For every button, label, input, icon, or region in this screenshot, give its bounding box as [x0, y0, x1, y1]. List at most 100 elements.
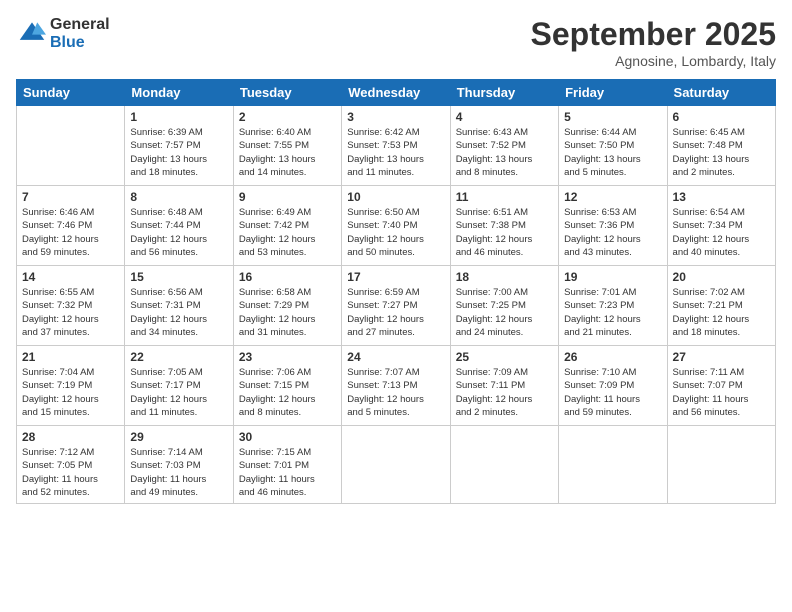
day-number: 25	[456, 350, 553, 364]
day-number: 10	[347, 190, 444, 204]
cell-info: Sunrise: 6:50 AMSunset: 7:40 PMDaylight:…	[347, 206, 444, 259]
cell-info: Sunrise: 6:59 AMSunset: 7:27 PMDaylight:…	[347, 286, 444, 339]
weekday-header: Saturday	[667, 80, 775, 106]
cell-info: Sunrise: 7:15 AMSunset: 7:01 PMDaylight:…	[239, 446, 336, 499]
weekday-header: Friday	[559, 80, 667, 106]
calendar-cell: 1 Sunrise: 6:39 AMSunset: 7:57 PMDaylight…	[125, 106, 233, 186]
calendar-week-row: 14 Sunrise: 6:55 AMSunset: 7:32 PMDayligh…	[17, 266, 776, 346]
cell-info: Sunrise: 7:11 AMSunset: 7:07 PMDaylight:…	[673, 366, 770, 419]
calendar-cell: 11 Sunrise: 6:51 AMSunset: 7:38 PMDayligh…	[450, 186, 558, 266]
calendar-cell: 24 Sunrise: 7:07 AMSunset: 7:13 PMDayligh…	[342, 346, 450, 426]
cell-info: Sunrise: 6:54 AMSunset: 7:34 PMDaylight:…	[673, 206, 770, 259]
day-number: 7	[22, 190, 119, 204]
calendar-cell: 16Sunrise: 6:58 AMSunset: 7:29 PMDayligh…	[233, 266, 341, 346]
day-number: 4	[456, 110, 553, 124]
logo-blue: Blue	[50, 34, 110, 52]
calendar-cell: 4 Sunrise: 6:43 AMSunset: 7:52 PMDaylight…	[450, 106, 558, 186]
cell-info: Sunrise: 7:00 AMSunset: 7:25 PMDaylight:…	[456, 286, 553, 339]
month-title: September 2025	[531, 16, 776, 53]
cell-info: Sunrise: 7:09 AMSunset: 7:11 PMDaylight:…	[456, 366, 553, 419]
calendar-cell: 29Sunrise: 7:14 AMSunset: 7:03 PMDayligh…	[125, 426, 233, 504]
calendar-cell	[667, 426, 775, 504]
day-number: 22	[130, 350, 227, 364]
cell-info: Sunrise: 6:43 AMSunset: 7:52 PMDaylight:…	[456, 126, 553, 179]
day-number: 11	[456, 190, 553, 204]
day-number: 8	[130, 190, 227, 204]
calendar-cell: 8Sunrise: 6:48 AMSunset: 7:44 PMDaylight…	[125, 186, 233, 266]
calendar-cell: 3 Sunrise: 6:42 AMSunset: 7:53 PMDaylight…	[342, 106, 450, 186]
day-number: 5	[564, 110, 661, 124]
cell-info: Sunrise: 7:12 AMSunset: 7:05 PMDaylight:…	[22, 446, 119, 499]
day-number: 2	[239, 110, 336, 124]
cell-info: Sunrise: 6:55 AMSunset: 7:32 PMDaylight:…	[22, 286, 119, 339]
calendar-cell	[450, 426, 558, 504]
calendar-cell: 19 Sunrise: 7:01 AMSunset: 7:23 PMDayligh…	[559, 266, 667, 346]
day-number: 3	[347, 110, 444, 124]
weekday-header: Tuesday	[233, 80, 341, 106]
cell-info: Sunrise: 7:01 AMSunset: 7:23 PMDaylight:…	[564, 286, 661, 339]
calendar-cell: 13 Sunrise: 6:54 AMSunset: 7:34 PMDayligh…	[667, 186, 775, 266]
day-number: 14	[22, 270, 119, 284]
cell-info: Sunrise: 7:14 AMSunset: 7:03 PMDaylight:…	[130, 446, 227, 499]
calendar-cell: 5 Sunrise: 6:44 AMSunset: 7:50 PMDaylight…	[559, 106, 667, 186]
day-number: 26	[564, 350, 661, 364]
day-number: 6	[673, 110, 770, 124]
calendar-cell	[559, 426, 667, 504]
weekday-header: Sunday	[17, 80, 125, 106]
calendar-cell: 20Sunrise: 7:02 AMSunset: 7:21 PMDayligh…	[667, 266, 775, 346]
day-number: 30	[239, 430, 336, 444]
day-number: 27	[673, 350, 770, 364]
calendar-cell: 10 Sunrise: 6:50 AMSunset: 7:40 PMDayligh…	[342, 186, 450, 266]
calendar-cell: 28 Sunrise: 7:12 AMSunset: 7:05 PMDayligh…	[17, 426, 125, 504]
calendar-cell: 9 Sunrise: 6:49 AMSunset: 7:42 PMDaylight…	[233, 186, 341, 266]
calendar-week-row: 1 Sunrise: 6:39 AMSunset: 7:57 PMDaylight…	[17, 106, 776, 186]
title-area: September 2025 Agnosine, Lombardy, Italy	[531, 16, 776, 69]
calendar-cell	[342, 426, 450, 504]
calendar-cell: 25 Sunrise: 7:09 AMSunset: 7:11 PMDayligh…	[450, 346, 558, 426]
header: General Blue September 2025 Agnosine, Lo…	[16, 16, 776, 69]
day-number: 21	[22, 350, 119, 364]
cell-info: Sunrise: 6:39 AMSunset: 7:57 PMDaylight:…	[130, 126, 227, 179]
calendar-cell: 14 Sunrise: 6:55 AMSunset: 7:32 PMDayligh…	[17, 266, 125, 346]
cell-info: Sunrise: 6:44 AMSunset: 7:50 PMDaylight:…	[564, 126, 661, 179]
day-number: 12	[564, 190, 661, 204]
calendar-cell: 18 Sunrise: 7:00 AMSunset: 7:25 PMDayligh…	[450, 266, 558, 346]
calendar-cell: 27 Sunrise: 7:11 AMSunset: 7:07 PMDayligh…	[667, 346, 775, 426]
cell-info: Sunrise: 6:49 AMSunset: 7:42 PMDaylight:…	[239, 206, 336, 259]
cell-info: Sunrise: 6:51 AMSunset: 7:38 PMDaylight:…	[456, 206, 553, 259]
calendar-cell: 15 Sunrise: 6:56 AMSunset: 7:31 PMDayligh…	[125, 266, 233, 346]
calendar-cell	[17, 106, 125, 186]
day-number: 15	[130, 270, 227, 284]
logo-general: General	[50, 16, 110, 34]
day-number: 18	[456, 270, 553, 284]
cell-info: Sunrise: 6:56 AMSunset: 7:31 PMDaylight:…	[130, 286, 227, 339]
calendar-week-row: 7 Sunrise: 6:46 AMSunset: 7:46 PMDaylight…	[17, 186, 776, 266]
calendar-cell: 23Sunrise: 7:06 AMSunset: 7:15 PMDayligh…	[233, 346, 341, 426]
day-number: 1	[130, 110, 227, 124]
day-number: 9	[239, 190, 336, 204]
weekday-header-row: SundayMondayTuesdayWednesdayThursdayFrid…	[17, 80, 776, 106]
cell-info: Sunrise: 7:05 AMSunset: 7:17 PMDaylight:…	[130, 366, 227, 419]
weekday-header: Monday	[125, 80, 233, 106]
cell-info: Sunrise: 7:07 AMSunset: 7:13 PMDaylight:…	[347, 366, 444, 419]
day-number: 28	[22, 430, 119, 444]
calendar-week-row: 21Sunrise: 7:04 AMSunset: 7:19 PMDayligh…	[17, 346, 776, 426]
cell-info: Sunrise: 6:58 AMSunset: 7:29 PMDaylight:…	[239, 286, 336, 339]
calendar-cell: 22 Sunrise: 7:05 AMSunset: 7:17 PMDayligh…	[125, 346, 233, 426]
cell-info: Sunrise: 7:10 AMSunset: 7:09 PMDaylight:…	[564, 366, 661, 419]
calendar-cell: 30 Sunrise: 7:15 AMSunset: 7:01 PMDayligh…	[233, 426, 341, 504]
day-number: 24	[347, 350, 444, 364]
day-number: 17	[347, 270, 444, 284]
cell-info: Sunrise: 6:53 AMSunset: 7:36 PMDaylight:…	[564, 206, 661, 259]
calendar-cell: 2Sunrise: 6:40 AMSunset: 7:55 PMDaylight…	[233, 106, 341, 186]
calendar-cell: 26 Sunrise: 7:10 AMSunset: 7:09 PMDayligh…	[559, 346, 667, 426]
location: Agnosine, Lombardy, Italy	[531, 53, 776, 69]
cell-info: Sunrise: 7:02 AMSunset: 7:21 PMDaylight:…	[673, 286, 770, 339]
cell-info: Sunrise: 6:46 AMSunset: 7:46 PMDaylight:…	[22, 206, 119, 259]
cell-info: Sunrise: 6:42 AMSunset: 7:53 PMDaylight:…	[347, 126, 444, 179]
day-number: 13	[673, 190, 770, 204]
day-number: 19	[564, 270, 661, 284]
logo: General Blue	[16, 16, 110, 52]
cell-info: Sunrise: 7:06 AMSunset: 7:15 PMDaylight:…	[239, 366, 336, 419]
weekday-header: Wednesday	[342, 80, 450, 106]
